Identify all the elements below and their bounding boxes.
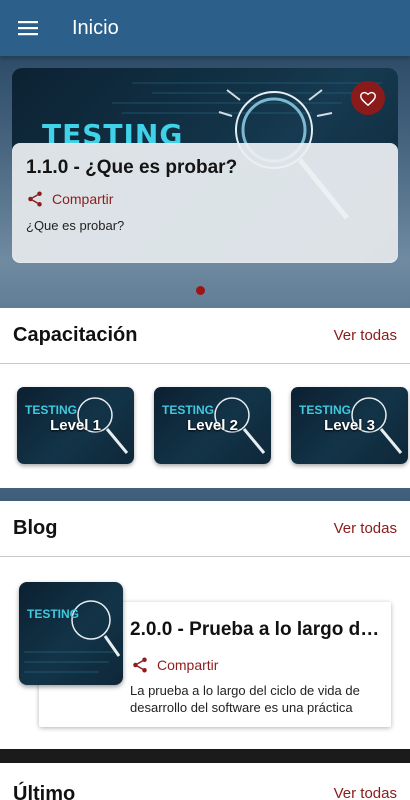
blog-post-description: La prueba a lo largo del ciclo de vida d… (130, 683, 360, 715)
level-card-label: Level 2 (187, 417, 238, 434)
blog-see-all-link[interactable]: Ver todas (334, 520, 397, 537)
blog-thumbnail-image-text: TESTING (27, 607, 80, 621)
blog-section-title: Blog (13, 517, 58, 539)
blog-thumbnail-graphic (24, 600, 121, 673)
app-bar: Inicio (0, 0, 410, 56)
level-card-label: Level 1 (50, 417, 101, 434)
hero-title: 1.1.0 - ¿Que es probar? (26, 157, 238, 178)
hero-share-label: Compartir (52, 191, 114, 207)
blog-share-button[interactable]: Compartir (131, 656, 218, 674)
level-card-image-text: TESTING (25, 403, 78, 417)
menu-button[interactable] (0, 0, 56, 56)
training-section-title: Capacitación (13, 324, 138, 346)
hero-share-button[interactable]: Compartir (26, 190, 384, 208)
hero-card[interactable]: 1.1.0 - ¿Que es probar? Compartir ¿Que e… (12, 143, 398, 263)
favorite-button[interactable] (351, 81, 385, 115)
share-icon (133, 657, 147, 673)
latest-section-header: Último Ver todas (0, 763, 410, 800)
blog-share-label: Compartir (157, 657, 219, 673)
level-card-3[interactable]: TESTING Level 3 (291, 387, 408, 464)
blog-section-header: Blog Ver todas (0, 501, 410, 557)
heart-icon (359, 91, 377, 106)
level-card-2[interactable]: TESTING Level 2 (154, 387, 271, 464)
level-card-image-text: TESTING (162, 403, 215, 417)
hero-description: ¿Que es probar? (26, 218, 125, 233)
hamburger-menu-icon (18, 21, 38, 36)
training-levels-list[interactable]: TESTING Level 1 TESTING Level 2 TESTING … (0, 364, 410, 488)
level-card-image-text: TESTING (299, 403, 352, 417)
blog-post-thumbnail[interactable]: TESTING (19, 582, 123, 685)
level-card-1[interactable]: TESTING Level 1 (17, 387, 134, 464)
level-card-label: Level 3 (324, 417, 375, 434)
latest-see-all-link[interactable]: Ver todas (334, 785, 397, 800)
training-see-all-link[interactable]: Ver todas (334, 327, 397, 344)
blog-post-title[interactable]: 2.0.0 - Prueba a lo largo del ciclo (130, 619, 385, 641)
carousel-indicator-dot[interactable] (196, 286, 205, 295)
training-section-header: Capacitación Ver todas (0, 308, 410, 364)
page-title: Inicio (72, 16, 119, 39)
section-divider (0, 749, 410, 763)
latest-section-title: Último (13, 783, 76, 800)
share-icon (28, 191, 42, 207)
